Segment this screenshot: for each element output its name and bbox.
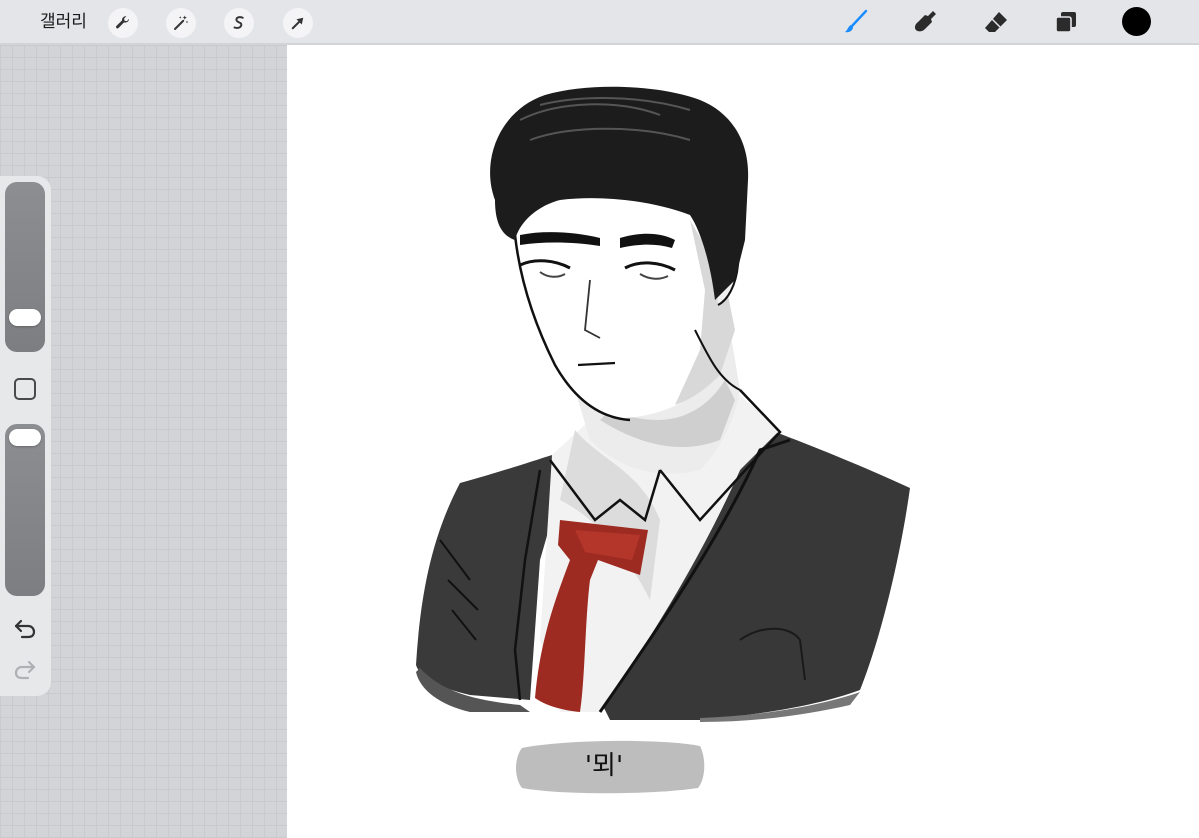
redo-button[interactable] — [11, 658, 39, 682]
transform-button[interactable] — [283, 8, 313, 38]
opacity-thumb[interactable] — [9, 429, 41, 446]
smudge-tool-button[interactable] — [909, 6, 941, 38]
selection-button[interactable] — [224, 8, 254, 38]
artwork-illustration — [416, 86, 910, 794]
actions-button[interactable] — [108, 8, 138, 38]
layers-tool-button[interactable] — [1050, 6, 1082, 38]
layers-icon — [1055, 12, 1076, 33]
brush-size-slider[interactable] — [5, 182, 45, 352]
magic-wand-icon — [174, 15, 189, 30]
arrow-cursor-icon — [291, 17, 304, 30]
opacity-slider[interactable] — [5, 424, 45, 596]
adjustments-button[interactable] — [166, 8, 196, 38]
left-sidebar — [0, 176, 51, 696]
brush-size-thumb[interactable] — [9, 309, 41, 326]
top-toolbar: 갤러리 — [0, 0, 1199, 44]
wrench-icon — [116, 16, 129, 29]
color-picker-button[interactable] — [1122, 7, 1151, 36]
modify-square-button[interactable] — [14, 378, 36, 400]
undo-button[interactable] — [11, 617, 39, 641]
gallery-button[interactable]: 갤러리 — [40, 11, 87, 33]
redo-arrow-icon — [14, 660, 36, 680]
undo-arrow-icon — [14, 619, 36, 639]
eraser-tool-button[interactable] — [980, 6, 1012, 38]
brush-tool-button[interactable] — [840, 6, 872, 38]
drawing-canvas[interactable]: '뫼' — [287, 45, 1199, 838]
selection-s-icon — [233, 16, 244, 29]
brush-icon — [845, 9, 868, 33]
procreate-app: 갤러리 '뫼' — [0, 0, 1199, 838]
artwork-caption: '뫼' — [584, 751, 624, 781]
smudge-finger-icon — [914, 11, 936, 32]
eraser-icon — [985, 12, 1007, 32]
